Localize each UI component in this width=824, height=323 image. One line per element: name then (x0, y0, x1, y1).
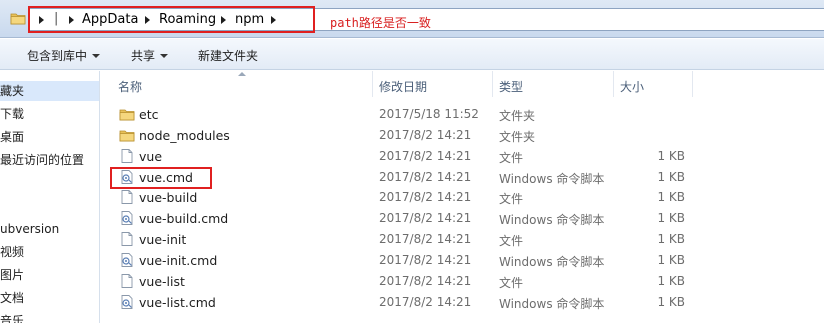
file-row[interactable]: vue-list 2017/8/2 14:21 文件 1 KB (101, 271, 824, 292)
file-date: 2017/5/18 11:52 (379, 107, 479, 121)
navigation-pane: 藏夹 下载 桌面 最近访问的位置 ubversion 视频 图片 文档 音乐 (0, 71, 100, 323)
file-date: 2017/8/2 14:21 (379, 232, 472, 247)
file-size: 1 KB (657, 169, 685, 184)
file-date: 2017/8/2 14:21 (379, 294, 472, 309)
file-date: 2017/8/2 14:21 (379, 169, 472, 184)
file-list: 名称 修改日期 类型 大小 etc 2017/5/18 11:52 文件夹 node_… (101, 71, 824, 323)
file-type: 文件夹 (499, 129, 536, 144)
file-name: vue-build.cmd (139, 211, 229, 227)
file-name: node_modules (139, 127, 230, 143)
folder-icon (10, 13, 26, 25)
file-type: Windows 命令脚本 (499, 296, 605, 311)
command-toolbar: 包含到库中 共享 新建文件夹 (0, 39, 824, 70)
file-row[interactable]: node_modules 2017/8/2 14:21 文件夹 (101, 125, 824, 146)
file-type: 文件夹 (499, 109, 536, 123)
file-icon (121, 148, 133, 163)
nav-item-documents[interactable]: 文档 (0, 288, 24, 308)
column-divider[interactable] (692, 71, 693, 97)
file-date: 2017/8/2 14:21 (379, 211, 472, 226)
path-annotation: path路径是否一致 (330, 16, 431, 30)
file-size: 1 KB (657, 232, 685, 247)
file-date: 2017/8/2 14:21 (379, 190, 472, 205)
file-icon (121, 273, 133, 288)
address-bar: | AppData Roaming npm path路径是否一致 (0, 0, 824, 38)
file-size: 1 KB (657, 294, 685, 309)
file-name: vue (139, 148, 163, 164)
file-type: 文件 (499, 192, 524, 207)
file-icon (121, 232, 133, 247)
cmd-script-icon (121, 294, 133, 309)
file-type: Windows 命令脚本 (499, 171, 605, 186)
path-highlight-box (28, 6, 315, 33)
file-row[interactable]: vue 2017/8/2 14:21 文件 1 KB (101, 146, 824, 167)
nav-item-downloads[interactable]: 下载 (0, 104, 24, 124)
file-name: vue-build (139, 190, 198, 206)
file-size: 1 KB (657, 252, 685, 267)
share-label: 共享 (131, 49, 156, 63)
nav-item-recent-places[interactable]: 最近访问的位置 (0, 150, 84, 170)
file-size: 1 KB (657, 273, 685, 288)
nav-item-favorites[interactable]: 藏夹 (0, 81, 99, 101)
nav-item-pictures[interactable]: 图片 (0, 265, 24, 285)
file-name: vue-init (139, 232, 187, 248)
include-in-library-label: 包含到库中 (27, 49, 88, 63)
file-date: 2017/8/2 14:21 (379, 273, 472, 288)
file-date: 2017/8/2 14:21 (379, 252, 472, 267)
file-type: 文件 (499, 234, 524, 249)
column-header-size[interactable]: 大小 (620, 78, 644, 95)
chevron-down-icon (160, 54, 169, 58)
file-date: 2017/8/2 14:21 (379, 127, 472, 142)
column-header-date[interactable]: 修改日期 (379, 78, 427, 95)
file-row[interactable]: vue-list.cmd 2017/8/2 14:21 Windows 命令脚本 1 … (101, 292, 824, 313)
file-type: Windows 命令脚本 (499, 213, 605, 228)
file-size: 1 KB (657, 148, 685, 163)
nav-item-videos[interactable]: 视频 (0, 242, 24, 262)
file-type: 文件 (499, 150, 524, 165)
file-row[interactable]: etc 2017/5/18 11:52 文件夹 (101, 104, 824, 125)
file-type: 文件 (499, 275, 524, 290)
file-row[interactable]: vue-init 2017/8/2 14:21 文件 1 KB (101, 229, 824, 250)
new-folder-button[interactable]: 新建文件夹 (198, 47, 258, 64)
vue-cmd-highlight-box (110, 167, 212, 189)
file-name: etc (139, 107, 159, 122)
file-name: vue-list.cmd (139, 294, 216, 310)
column-divider[interactable] (372, 71, 373, 97)
nav-item-desktop[interactable]: 桌面 (0, 127, 24, 147)
share-button[interactable]: 共享 (131, 47, 169, 64)
nav-item-music[interactable]: 音乐 (0, 311, 24, 323)
column-divider[interactable] (613, 71, 614, 97)
include-in-library-button[interactable]: 包含到库中 (27, 47, 101, 64)
chevron-down-icon (92, 54, 101, 58)
file-row[interactable]: vue-build.cmd 2017/8/2 14:21 Windows 命令脚本 1… (101, 208, 824, 229)
column-headers: 名称 修改日期 类型 大小 (101, 71, 824, 99)
folder-icon (119, 130, 135, 142)
column-header-type[interactable]: 类型 (499, 78, 523, 95)
folder-icon (119, 109, 135, 121)
file-name: vue-init.cmd (139, 252, 218, 268)
file-size: 1 KB (657, 211, 685, 226)
column-header-name[interactable]: 名称 (118, 78, 142, 95)
sort-ascending-icon (238, 72, 246, 76)
file-date: 2017/8/2 14:21 (379, 148, 472, 163)
file-row[interactable]: vue-build 2017/8/2 14:21 文件 1 KB (101, 187, 824, 208)
file-icon (121, 190, 133, 205)
file-size: 1 KB (657, 190, 685, 205)
column-divider[interactable] (492, 71, 493, 97)
cmd-script-icon (121, 252, 133, 267)
nav-item-subversion[interactable]: ubversion (0, 219, 59, 239)
file-name: vue-list (139, 273, 185, 289)
cmd-script-icon (121, 211, 133, 226)
file-row[interactable]: vue-init.cmd 2017/8/2 14:21 Windows 命令脚本 1 … (101, 250, 824, 271)
file-type: Windows 命令脚本 (499, 254, 605, 269)
